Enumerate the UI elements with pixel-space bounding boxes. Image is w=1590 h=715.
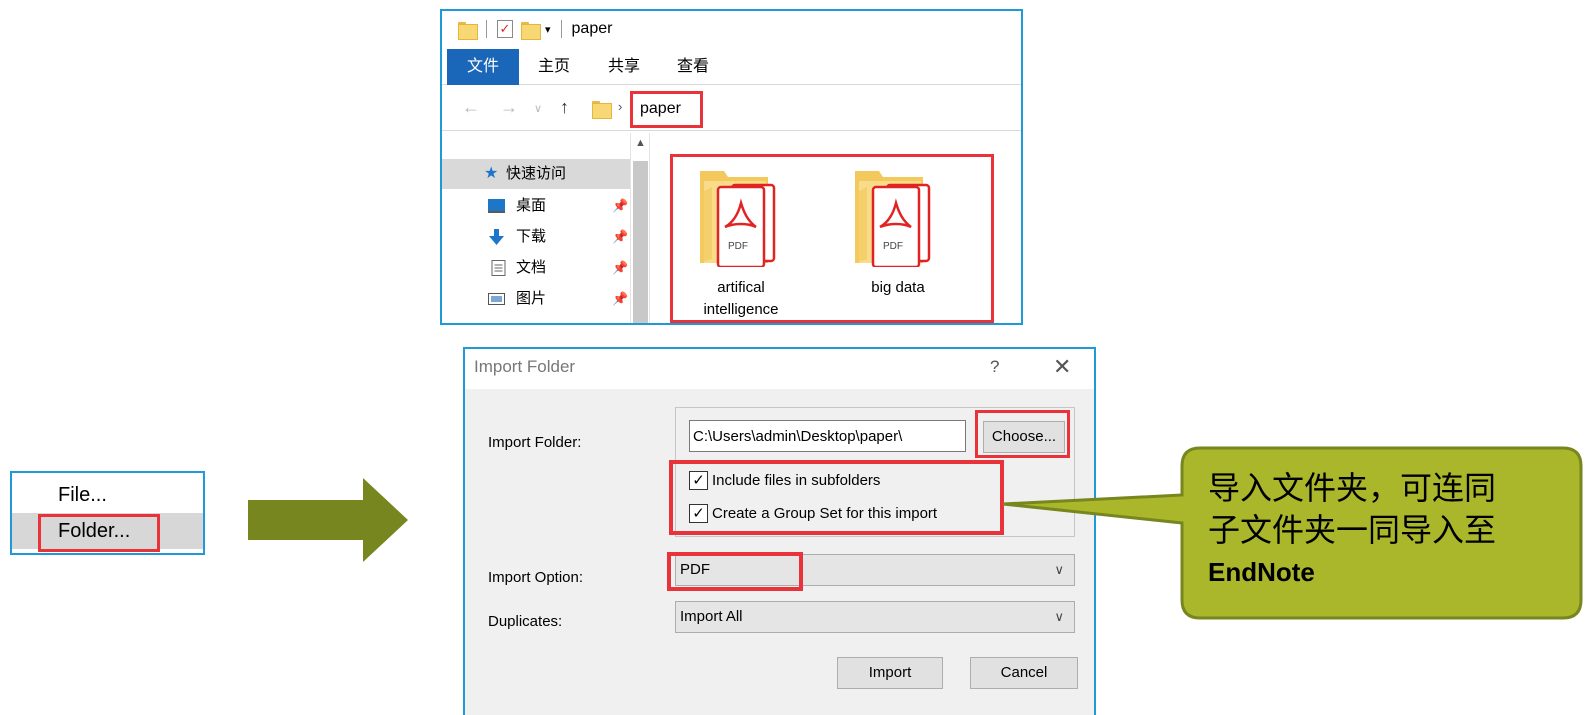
duplicates-label: Duplicates: <box>488 613 563 630</box>
separator <box>486 20 487 38</box>
callout-text: 导入文件夹，可连同 子文件夹一同导入至 EndNote <box>1208 467 1548 593</box>
sidebar-item-desktop[interactable]: 桌面 📌 <box>442 191 630 221</box>
folder-icon <box>458 20 478 40</box>
explorer-title: paper <box>571 20 613 37</box>
separator <box>560 20 562 38</box>
sidebar-item-label: 文档 <box>516 259 547 276</box>
properties-icon[interactable]: ✓ <box>497 20 513 38</box>
help-button[interactable]: ? <box>990 349 999 385</box>
scroll-up-icon[interactable]: ▲ <box>635 137 646 149</box>
sidebar-item-label: 快速访问 <box>506 165 567 182</box>
star-icon: ★ <box>484 165 499 182</box>
navigation-bar: ← → ∨ ↑ › paper <box>442 87 1021 131</box>
pin-icon[interactable]: 📌 <box>612 191 628 221</box>
dialog-title-bar: Import Folder <box>465 349 1094 389</box>
ribbon-tabs: 文件 主页 共享 查看 <box>442 49 1021 85</box>
sidebar-item-quick-access[interactable]: ★ 快速访问 <box>442 159 630 189</box>
address-highlight-box <box>630 91 703 128</box>
sidebar-item-pictures[interactable]: 图片 📌 <box>442 284 630 314</box>
tab-home[interactable]: 主页 <box>538 49 570 85</box>
file-import-menu: File... Folder... <box>10 471 205 555</box>
menu-item-folder-label: Folder... <box>58 520 131 542</box>
callout-line: 子文件夹一同导入至 <box>1208 511 1497 549</box>
import-folder-path-input[interactable] <box>689 420 966 452</box>
checkbox-highlight-box <box>669 460 1004 535</box>
recent-locations-icon[interactable]: ∨ <box>534 102 542 115</box>
sidebar-item-label: 桌面 <box>516 197 547 214</box>
callout-line: EndNote <box>1208 557 1315 587</box>
new-folder-icon[interactable] <box>521 20 541 40</box>
import-button[interactable]: Import <box>837 657 943 689</box>
tab-file[interactable]: 文件 <box>447 49 519 85</box>
folder-icon <box>592 99 612 119</box>
explorer-window: ✓ ▾ paper 文件 主页 共享 查看 ← → ∨ ↑ › paper ★ … <box>440 9 1023 325</box>
up-arrow-icon[interactable]: ↑ <box>560 97 569 118</box>
close-icon[interactable]: ✕ <box>1053 349 1071 385</box>
sidebar-scrollbar[interactable]: ▲ <box>630 133 650 323</box>
dialog-title: Import Folder <box>474 357 576 376</box>
menu-item-file[interactable]: File... <box>12 477 203 513</box>
picture-icon <box>488 293 505 305</box>
pin-icon[interactable]: 📌 <box>612 253 628 283</box>
desktop-icon <box>488 199 505 213</box>
duplicates-value: Import All <box>680 608 743 625</box>
download-icon <box>489 229 504 245</box>
callout-line: 导入文件夹，可连同 <box>1208 469 1497 507</box>
customize-quick-access-icon[interactable]: ▾ <box>545 23 551 36</box>
import-folder-label: Import Folder: <box>488 434 582 451</box>
right-arrow-icon <box>248 478 408 562</box>
cancel-button[interactable]: Cancel <box>970 657 1078 689</box>
sidebar-item-downloads[interactable]: 下载 📌 <box>442 222 630 252</box>
tab-view[interactable]: 查看 <box>677 49 709 85</box>
pin-icon[interactable]: 📌 <box>612 284 628 314</box>
explorer-title-bar: ✓ ▾ paper <box>442 11 1021 47</box>
pin-icon[interactable]: 📌 <box>612 222 628 252</box>
forward-arrow-icon[interactable]: → <box>500 97 518 118</box>
back-arrow-icon[interactable]: ← <box>462 97 480 118</box>
scrollbar-thumb[interactable] <box>633 161 648 323</box>
import-option-label: Import Option: <box>488 569 584 586</box>
chevron-right-icon[interactable]: › <box>618 99 622 114</box>
navigation-pane: ★ 快速访问 桌面 📌 下载 📌 文档 📌 图片 📌 <box>442 133 630 323</box>
tab-share[interactable]: 共享 <box>608 49 640 85</box>
sidebar-item-label: 下载 <box>516 228 547 245</box>
sidebar-item-label: 图片 <box>516 290 547 307</box>
folders-highlight-box <box>670 154 994 323</box>
document-icon <box>491 260 506 276</box>
menu-item-file-label: File... <box>58 484 107 506</box>
import-option-highlight-box <box>667 552 803 591</box>
sidebar-item-documents[interactable]: 文档 📌 <box>442 253 630 283</box>
